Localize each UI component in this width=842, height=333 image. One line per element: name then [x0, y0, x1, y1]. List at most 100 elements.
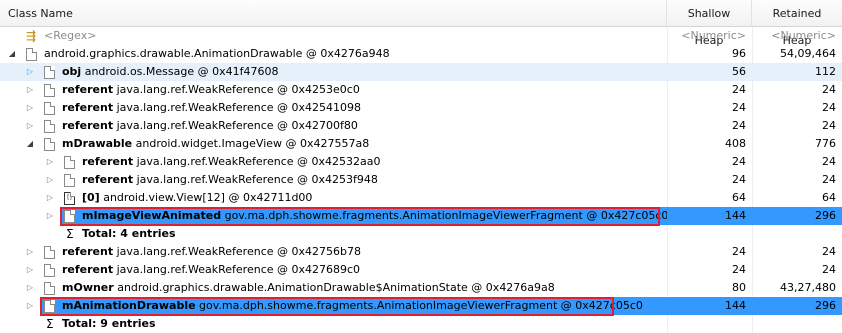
expand-triangle-icon[interactable]: ▷ — [24, 99, 36, 117]
retained-heap-value: 24 — [822, 101, 836, 114]
table-row-selected[interactable]: ▷ mAnimationDrawable gov.ma.dph.showme.f… — [0, 297, 842, 315]
table-row[interactable]: ▷ referent java.lang.ref.WeakReference @… — [0, 243, 842, 261]
class-name: java.lang.ref.WeakReference @ 0x42541098 — [116, 101, 362, 114]
class-name: android.view.View[12] @ 0x42711d00 — [103, 191, 313, 204]
field-name: mImageViewAnimated — [82, 209, 222, 222]
table-row[interactable]: ▷ referent java.lang.ref.WeakReference @… — [0, 171, 842, 189]
table-row[interactable]: ◢ mDrawable android.widget.ImageView @ 0… — [0, 135, 842, 153]
object-icon — [44, 300, 55, 313]
expand-triangle-icon[interactable]: ▷ — [24, 81, 36, 99]
filter-row: ⇶ <Regex> <Numeric> <Numeric> — [0, 27, 842, 45]
class-name: android.graphics.drawable.AnimationDrawa… — [117, 281, 555, 294]
expand-triangle-icon[interactable]: ▷ — [24, 117, 36, 135]
column-header-shallow-heap[interactable]: Shallow Heap — [667, 0, 752, 47]
object-icon — [44, 246, 55, 259]
shallow-heap-value: 24 — [732, 119, 746, 132]
expand-triangle-icon[interactable]: ▷ — [24, 63, 36, 81]
regex-filter-icon: ⇶ — [26, 29, 37, 43]
field-name: referent — [62, 263, 114, 276]
class-name: java.lang.ref.WeakReference @ 0x4253e0c0 — [116, 83, 360, 96]
table-row[interactable]: ◢ android.graphics.drawable.AnimationDra… — [0, 45, 842, 63]
class-name: java.lang.ref.WeakReference @ 0x42756b78 — [116, 245, 361, 258]
field-name: mAnimationDrawable — [62, 299, 196, 312]
table-header: Class Name Shallow Heap Retained Heap — [0, 0, 842, 47]
class-name: android.os.Message @ 0x41f47608 — [84, 65, 279, 78]
retained-heap-value: 64 — [822, 191, 836, 204]
expand-triangle-icon[interactable]: ▷ — [44, 207, 56, 225]
expand-triangle-icon[interactable]: ▷ — [44, 153, 56, 171]
shallow-heap-value: 144 — [725, 299, 746, 312]
retained-heap-value: 112 — [815, 65, 836, 78]
shallow-heap-value: 24 — [732, 245, 746, 258]
total-label: Total: 4 entries — [82, 227, 176, 240]
retained-heap-value: 24 — [822, 245, 836, 258]
object-icon — [44, 120, 55, 133]
expand-triangle-icon[interactable]: ▷ — [44, 189, 56, 207]
table-row[interactable]: ▷ referent java.lang.ref.WeakReference @… — [0, 117, 842, 135]
sum-icon: Σ — [46, 317, 54, 331]
field-name: referent — [62, 83, 114, 96]
class-name: java.lang.ref.WeakReference @ 0x4253f948 — [136, 173, 378, 186]
class-name: gov.ma.dph.showme.fragments.AnimationIma… — [224, 209, 667, 222]
collapse-triangle-icon[interactable]: ◢ — [6, 45, 18, 63]
class-name: android.graphics.drawable.AnimationDrawa… — [44, 47, 390, 60]
array-icon: [] — [64, 192, 75, 205]
retained-filter-input[interactable]: <Numeric> — [752, 27, 842, 45]
field-name: referent — [62, 245, 114, 258]
expand-triangle-icon[interactable]: ▷ — [24, 297, 36, 315]
total-row: Σ Total: 9 entries — [0, 315, 842, 333]
shallow-heap-value: 24 — [732, 263, 746, 276]
retained-heap-value: 776 — [815, 137, 836, 150]
retained-heap-value: 24 — [822, 119, 836, 132]
field-name: mOwner — [62, 281, 114, 294]
shallow-filter-input[interactable]: <Numeric> — [667, 27, 752, 45]
table-row[interactable]: ▷ referent java.lang.ref.WeakReference @… — [0, 153, 842, 171]
expand-triangle-icon[interactable]: ▷ — [24, 243, 36, 261]
column-header-retained-heap[interactable]: Retained Heap — [752, 0, 842, 47]
table-row[interactable]: ▷ referent java.lang.ref.WeakReference @… — [0, 261, 842, 279]
table-row[interactable]: ▷ referent java.lang.ref.WeakReference @… — [0, 81, 842, 99]
class-name: java.lang.ref.WeakReference @ 0x42532aa0 — [136, 155, 381, 168]
object-icon — [26, 48, 37, 61]
table-row[interactable]: ▷ mOwner android.graphics.drawable.Anima… — [0, 279, 842, 297]
object-icon — [64, 156, 75, 169]
field-name: referent — [62, 119, 114, 132]
retained-heap-value: 296 — [815, 299, 836, 312]
shallow-heap-value: 408 — [725, 137, 746, 150]
table-row-selected[interactable]: ▷ mImageViewAnimated gov.ma.dph.showme.f… — [0, 207, 842, 225]
heap-tree-table: Class Name Shallow Heap Retained Heap ⇶ … — [0, 0, 842, 333]
object-icon — [44, 84, 55, 97]
object-icon — [64, 174, 75, 187]
column-header-class-name[interactable]: Class Name — [0, 0, 667, 27]
class-name: java.lang.ref.WeakReference @ 0x427689c0 — [116, 263, 361, 276]
collapse-triangle-icon[interactable]: ◢ — [24, 135, 36, 153]
shallow-heap-value: 64 — [732, 191, 746, 204]
total-label: Total: 9 entries — [62, 317, 156, 330]
table-row[interactable]: ▷ referent java.lang.ref.WeakReference @… — [0, 99, 842, 117]
expand-triangle-icon[interactable]: ▷ — [44, 171, 56, 189]
retained-heap-value: 43,27,480 — [780, 281, 836, 294]
table-row[interactable]: ▷ [] [0] android.view.View[12] @ 0x42711… — [0, 189, 842, 207]
total-row: Σ Total: 4 entries — [0, 225, 842, 243]
expand-triangle-icon[interactable]: ▷ — [24, 279, 36, 297]
retained-heap-value: 24 — [822, 155, 836, 168]
shallow-heap-value: 24 — [732, 101, 746, 114]
retained-heap-value: 24 — [822, 173, 836, 186]
regex-filter-input[interactable]: <Regex> — [44, 27, 96, 45]
retained-heap-value: 296 — [815, 209, 836, 222]
retained-heap-value: 24 — [822, 263, 836, 276]
retained-heap-value: 24 — [822, 83, 836, 96]
field-name: referent — [82, 173, 134, 186]
shallow-heap-value: 80 — [732, 281, 746, 294]
class-name: gov.ma.dph.showme.fragments.AnimationIma… — [199, 299, 643, 312]
shallow-heap-value: 96 — [732, 47, 746, 60]
field-name: referent — [62, 101, 114, 114]
shallow-heap-value: 24 — [732, 83, 746, 96]
class-name: java.lang.ref.WeakReference @ 0x42700f80 — [116, 119, 358, 132]
expand-triangle-icon[interactable]: ▷ — [24, 261, 36, 279]
sum-icon: Σ — [66, 227, 74, 241]
class-name: android.widget.ImageView @ 0x427557a8 — [135, 137, 370, 150]
table-row[interactable]: ▷ obj android.os.Message @ 0x41f47608 56… — [0, 63, 842, 81]
shallow-heap-value: 24 — [732, 155, 746, 168]
field-name: [0] — [82, 191, 100, 204]
